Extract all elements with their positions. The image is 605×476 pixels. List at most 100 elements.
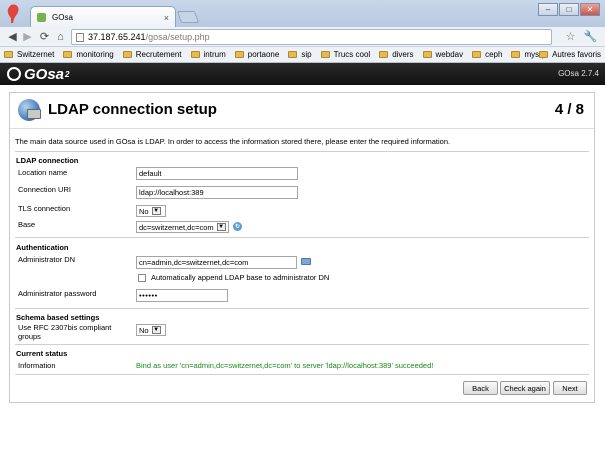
page-content: LDAP connection setup 4 / 8 The main dat… [0, 85, 605, 476]
bookmark-folder[interactable]: sip [288, 50, 312, 59]
folder-icon [190, 51, 200, 58]
rfc2307bis-select[interactable]: No ▼ [136, 324, 166, 336]
browser-tab-strip: GOsa × – □ ✕ [0, 0, 605, 28]
rfc-value: No [139, 325, 149, 335]
bookmark-folder[interactable]: Trucs cool [320, 50, 371, 59]
append-base-label: Automatically append LDAP base to admini… [151, 273, 330, 282]
wrench-icon[interactable]: 🔧 [583, 29, 598, 44]
divider [15, 151, 589, 152]
section-current-status: Current status [16, 349, 68, 358]
url-host: 37.187.65.241 [88, 32, 146, 42]
close-window-button[interactable]: ✕ [580, 3, 600, 16]
administrator-password-input[interactable]: •••••• [136, 289, 228, 302]
minimize-button[interactable]: – [538, 3, 558, 16]
divider [15, 374, 589, 375]
section-authentication: Authentication [16, 243, 69, 252]
folder-icon [539, 51, 549, 58]
append-base-checkbox[interactable] [138, 274, 146, 282]
folder-icon [511, 51, 521, 58]
logo-eye-icon [7, 67, 21, 81]
bookmark-folder[interactable]: divers [379, 50, 414, 59]
bookmarks-bar: Switzernet monitoring Recrutement intrum… [0, 47, 605, 63]
page-icon [76, 32, 84, 42]
refresh-base-icon[interactable]: ↻ [233, 222, 242, 231]
folder-icon [320, 51, 330, 58]
setup-panel: LDAP connection setup 4 / 8 The main dat… [9, 92, 595, 403]
tls-connection-label: TLS connection [18, 204, 71, 213]
reload-icon[interactable]: ⟳ [37, 29, 52, 44]
next-button[interactable]: Next [553, 381, 587, 395]
chevron-down-icon: ▼ [216, 223, 226, 231]
bookmark-label: webdav [435, 50, 464, 59]
bookmark-label: portaone [247, 50, 280, 59]
bookmark-label: divers [392, 50, 414, 59]
back-arrow-icon[interactable]: ◀ [5, 29, 20, 44]
bookmark-star-icon[interactable]: ☆ [563, 29, 578, 44]
forward-arrow-icon[interactable]: ▶ [20, 29, 35, 44]
administrator-password-label: Administrator password [18, 289, 97, 298]
chevron-down-icon: ▼ [151, 207, 161, 215]
bookmark-label: ceph [485, 50, 503, 59]
bookmark-folder[interactable]: Switzernet [4, 50, 54, 59]
bookmark-folder[interactable]: Recrutement [122, 50, 182, 59]
base-label: Base [18, 220, 36, 229]
tab-close-icon[interactable]: × [164, 13, 169, 23]
bookmark-folder[interactable]: portaone [234, 50, 280, 59]
status-message: Bind as user 'cn=admin,dc=switzernet,dc=… [136, 361, 434, 370]
bookmark-label: Recrutement [135, 50, 182, 59]
divider [15, 308, 589, 309]
divider [15, 237, 589, 238]
address-bar[interactable]: 37.187.65.241 /gosa/setup.php [71, 29, 552, 45]
setup-header: LDAP connection setup 4 / 8 [10, 93, 594, 129]
step-indicator: 4 / 8 [554, 101, 584, 118]
home-icon[interactable]: ⌂ [53, 29, 68, 44]
other-bookmarks[interactable]: Autres favoris [539, 50, 601, 59]
chevron-down-icon: ▼ [151, 326, 161, 334]
bookmark-label: Trucs cool [333, 50, 371, 59]
intro-text: The main data source used in GOsa is LDA… [15, 137, 451, 146]
folder-icon [288, 51, 298, 58]
logo-text: GOsa [24, 65, 65, 83]
tls-value: No [139, 206, 149, 216]
divider [15, 344, 589, 345]
bookmark-label: monitoring [76, 50, 114, 59]
app-header: GOsa 2 GOsa 2.7.4 [0, 63, 605, 85]
bookmark-label: sip [301, 50, 312, 59]
base-select[interactable]: dc=switzernet,dc=com ▼ [136, 221, 229, 233]
location-name-label: Location name [18, 168, 68, 177]
other-bookmarks-label: Autres favoris [552, 50, 601, 59]
check-again-button[interactable]: Check again [500, 381, 550, 395]
maximize-button[interactable]: □ [559, 3, 579, 16]
gosa-favicon-icon [37, 13, 46, 22]
connection-uri-input[interactable]: ldap://localhost:389 [136, 186, 298, 199]
logo-superscript: 2 [65, 69, 70, 79]
tls-connection-select[interactable]: No ▼ [136, 205, 166, 217]
folder-icon [379, 51, 389, 58]
bookmark-folder[interactable]: ceph [472, 50, 502, 59]
browser-tab[interactable]: GOsa × [30, 6, 176, 28]
bookmark-label: Switzernet [17, 50, 55, 59]
rfc2307bis-label: Use RFC 2307bis compliant groups [18, 323, 112, 341]
section-ldap-connection: LDAP connection [16, 156, 79, 165]
base-value: dc=switzernet,dc=com [139, 222, 214, 232]
location-name-input[interactable]: default [136, 167, 298, 180]
folder-icon [122, 51, 132, 58]
bookmark-folder[interactable]: monitoring [63, 50, 114, 59]
section-schema-settings: Schema based settings [16, 313, 100, 322]
folder-icon [63, 51, 73, 58]
information-label: Information [18, 361, 56, 370]
folder-icon [472, 51, 482, 58]
url-path: /gosa/setup.php [145, 32, 210, 42]
browse-folder-icon[interactable] [301, 258, 311, 265]
page-title: LDAP connection setup [48, 101, 217, 118]
user-avatar-icon[interactable] [7, 3, 21, 25]
bookmark-folder[interactable]: webdav [422, 50, 464, 59]
back-button[interactable]: Back [463, 381, 498, 395]
new-tab-button[interactable] [176, 11, 200, 23]
connection-uri-label: Connection URI [18, 185, 71, 194]
gosa-logo: GOsa 2 [7, 66, 69, 83]
administrator-dn-input[interactable]: cn=admin,dc=switzernet,dc=com [136, 256, 297, 269]
bookmark-folder[interactable]: intrum [190, 50, 226, 59]
ldap-globe-icon [18, 99, 41, 121]
folder-icon [234, 51, 244, 58]
